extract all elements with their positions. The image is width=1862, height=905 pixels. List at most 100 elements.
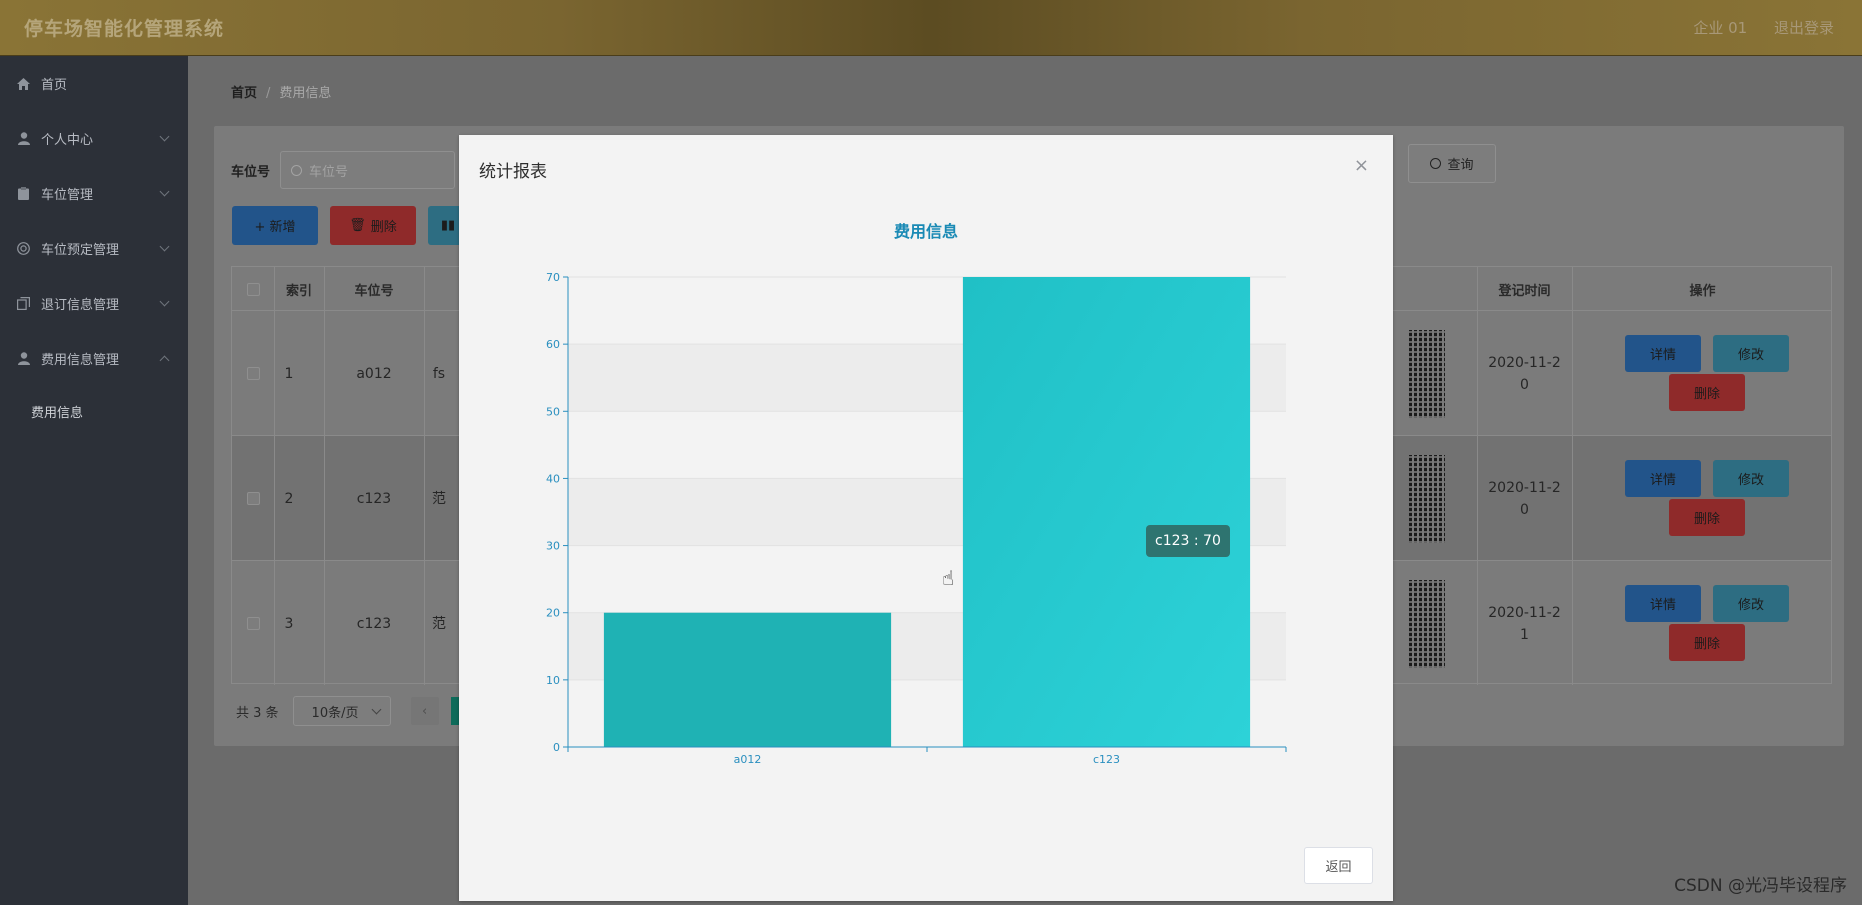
sidebar-item-label: 首页 <box>41 78 68 93</box>
search-icon <box>291 164 303 176</box>
statistics-dialog: 统计报表 × 费用信息 0 10 20 30 40 50 60 70 a012 c123 c123… <box>459 135 1393 901</box>
sidebar: 首页 个人中心 车位管理 车位预定管理 退订信息管理 费用信息管理 费用信息 <box>0 56 188 905</box>
delete-button[interactable]: 删除 <box>1669 374 1745 411</box>
row-slot: a012 <box>356 365 392 382</box>
sidebar-item-reservation[interactable]: 车位预定管理 <box>0 221 188 276</box>
delete-label: 删除 <box>1693 512 1720 527</box>
search-input[interactable]: 车位号 <box>280 151 456 189</box>
bar-a012 <box>603 612 892 747</box>
page-size-select[interactable]: 10条/页 <box>292 696 391 726</box>
sidebar-item-parking[interactable]: 车位管理 <box>0 166 188 221</box>
chevron-down-icon <box>159 186 170 197</box>
header-select-all[interactable] <box>232 267 274 311</box>
row-select[interactable] <box>232 561 274 686</box>
sidebar-item-unsubscribe[interactable]: 退订信息管理 <box>0 276 188 331</box>
checkbox[interactable] <box>246 617 260 630</box>
globe-icon <box>16 241 31 256</box>
pagination: 共 3 条 10条/页 ‹ <box>236 696 463 726</box>
delete-label: 删除 <box>1693 637 1720 652</box>
sidebar-item-label: 车位管理 <box>41 188 94 203</box>
y-tick-label: 50 <box>546 405 560 418</box>
search-placeholder: 车位号 <box>309 164 349 180</box>
detail-label: 详情 <box>1649 598 1676 613</box>
delete-label: 删除 <box>1693 387 1720 402</box>
row-index: 3 <box>284 615 294 632</box>
pager-prev-button[interactable]: ‹ <box>410 697 439 725</box>
delete-button[interactable]: 删除 <box>1669 499 1745 536</box>
edit-button[interactable]: 修改 <box>1713 335 1789 372</box>
row-owner: 范 <box>432 490 446 507</box>
row-select[interactable] <box>232 311 274 436</box>
y-tick-label: 70 <box>546 271 560 284</box>
sidebar-item-label: 个人中心 <box>41 133 94 148</box>
search-icon <box>1430 158 1442 169</box>
bar-chart-icon: ▮▮ <box>440 218 456 233</box>
chevron-left-icon: ‹ <box>421 703 428 719</box>
search-row: 车位号 车位号 <box>231 151 456 189</box>
row-owner: 范 <box>432 615 446 632</box>
row-register-time: 2020-11-2 0 <box>1488 354 1561 393</box>
add-button[interactable]: + 新增 <box>232 206 318 245</box>
column-divider <box>1477 267 1478 685</box>
edit-button[interactable]: 修改 <box>1713 585 1789 622</box>
detail-button[interactable]: 详情 <box>1625 585 1701 622</box>
edit-button[interactable]: 修改 <box>1713 460 1789 497</box>
detail-button[interactable]: 详情 <box>1625 335 1701 372</box>
home-icon <box>16 76 31 91</box>
chevron-up-icon <box>159 355 170 366</box>
chevron-down-icon <box>159 241 170 252</box>
header-slot: 车位号 <box>354 283 394 299</box>
column-divider <box>424 267 425 685</box>
watermark: CSDN @光冯毕设程序 <box>1674 876 1847 896</box>
user-icon <box>16 351 31 366</box>
row-slot: c123 <box>356 490 392 507</box>
detail-label: 详情 <box>1649 473 1676 488</box>
column-divider <box>1572 267 1573 685</box>
batch-delete-button[interactable]: 🗑 删除 <box>330 206 416 245</box>
column-divider <box>324 267 325 685</box>
logout-link[interactable]: 退出登录 <box>1774 19 1834 37</box>
back-button[interactable]: 返回 <box>1304 847 1373 884</box>
row-select[interactable] <box>232 436 274 561</box>
delete-button[interactable]: 删除 <box>1669 624 1745 661</box>
pager-total: 共 3 条 <box>236 705 279 721</box>
copy-icon <box>16 296 31 311</box>
sidebar-item-home[interactable]: 首页 <box>0 56 188 111</box>
sidebar-item-label: 费用信息管理 <box>41 353 120 368</box>
query-label: 查询 <box>1447 158 1474 173</box>
breadcrumb-home[interactable]: 首页 <box>231 86 257 101</box>
clipboard-icon <box>16 186 31 201</box>
checkbox[interactable] <box>246 367 260 380</box>
bar-c123 <box>962 277 1251 747</box>
sidebar-item-label: 车位预定管理 <box>41 243 120 258</box>
edit-label: 修改 <box>1737 598 1764 613</box>
detail-label: 详情 <box>1649 348 1676 363</box>
top-header: 停车场智能化管理系统 企业 01 退出登录 <box>0 0 1862 56</box>
detail-button[interactable]: 详情 <box>1625 460 1701 497</box>
sidebar-subitem-fee-info[interactable]: 费用信息 <box>0 386 188 436</box>
edit-label: 修改 <box>1737 473 1764 488</box>
app-title: 停车场智能化管理系统 <box>24 18 225 40</box>
y-tick-label: 30 <box>546 540 560 553</box>
breadcrumb-separator: / <box>266 86 271 101</box>
chart-tooltip: c123 : 70 <box>1146 525 1230 557</box>
y-tick-label: 0 <box>553 741 560 754</box>
y-tick-label: 60 <box>546 338 560 351</box>
batch-delete-label: 删除 <box>370 220 397 235</box>
user-icon <box>16 131 31 146</box>
query-button[interactable]: 查询 <box>1408 144 1496 183</box>
row-register-time: 2020-11-2 0 <box>1488 479 1561 518</box>
sidebar-item-fee[interactable]: 费用信息管理 <box>0 331 188 386</box>
breadcrumb-current: 费用信息 <box>279 86 332 101</box>
row-index: 1 <box>284 365 294 382</box>
search-label: 车位号 <box>231 164 271 180</box>
row-register-time: 2020-11-2 1 <box>1488 604 1561 643</box>
checkbox[interactable] <box>246 282 260 296</box>
sidebar-item-profile[interactable]: 个人中心 <box>0 111 188 166</box>
chevron-down-icon <box>159 131 170 142</box>
sidebar-item-label: 退订信息管理 <box>41 298 120 313</box>
y-tick-label: 40 <box>546 472 560 485</box>
checkbox[interactable] <box>246 492 260 505</box>
row-index: 2 <box>284 490 294 507</box>
x-tick-label: a012 <box>734 753 762 766</box>
